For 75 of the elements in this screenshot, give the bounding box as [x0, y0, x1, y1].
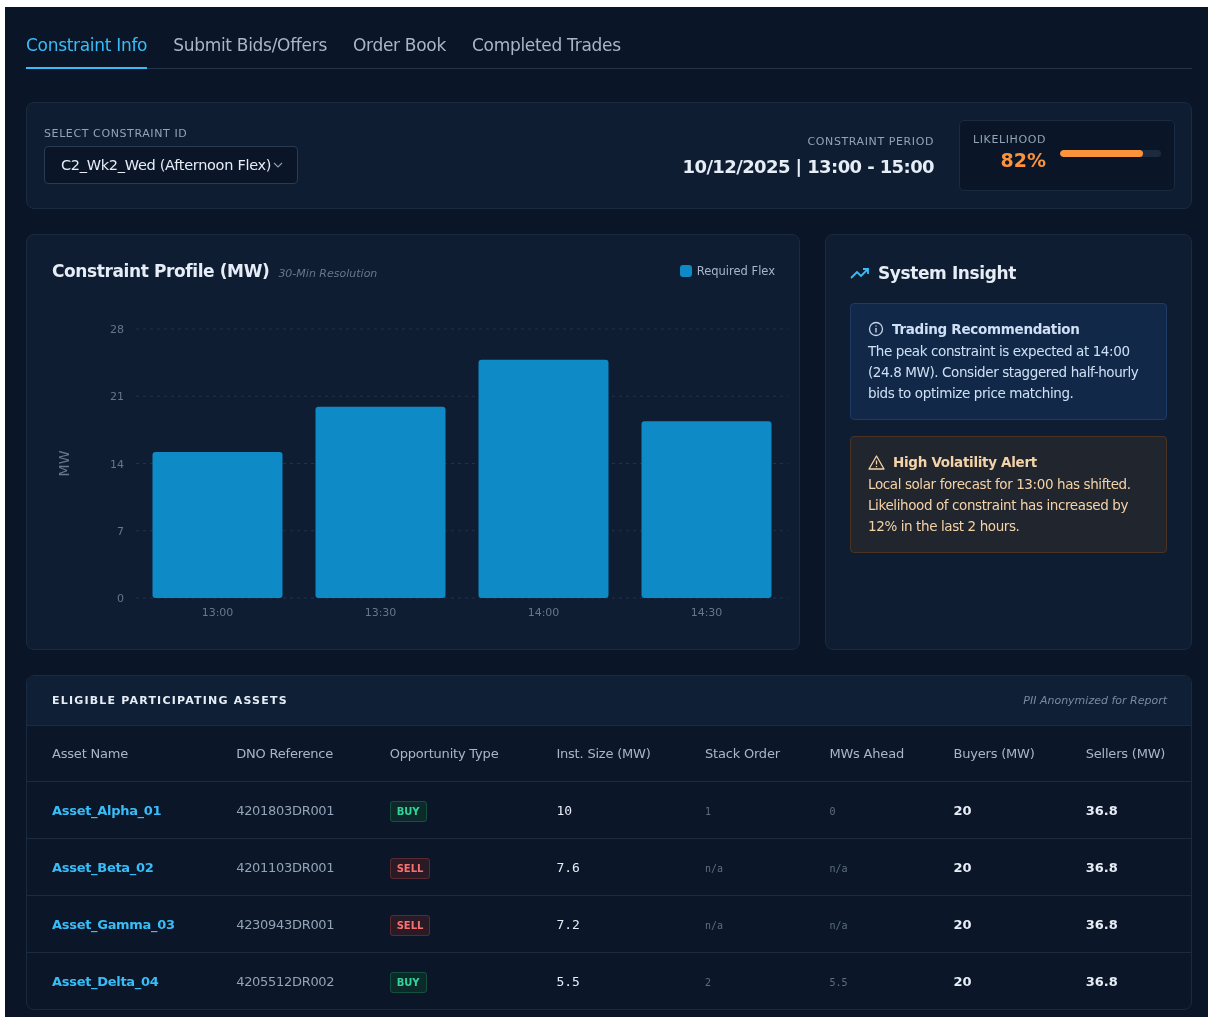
assets-title: ELIGIBLE PARTICIPATING ASSETS [52, 694, 288, 707]
chart-subtitle: 30-Min Resolution [278, 267, 378, 280]
tab[interactable]: Order Book [352, 35, 446, 69]
assets-note: PII Anonymized for Report [1023, 694, 1167, 707]
type-badge: BUY [389, 971, 427, 993]
likelihood-value: 82% [1000, 149, 1046, 171]
table-cell: 2 [704, 976, 711, 988]
table-cell: 20 [953, 973, 972, 989]
alert-title: Trading Recommendation [892, 321, 1080, 337]
table-cell: 5.5 [556, 973, 580, 989]
y-tick-label: 7 [117, 524, 124, 538]
trend-up-icon [850, 267, 870, 279]
table-cell: 36.8 [1085, 802, 1118, 818]
y-tick-label: 28 [110, 323, 124, 336]
column-header: Asset Name [27, 726, 212, 782]
table-cell: 4201803DR001 [236, 802, 335, 818]
column-header: Opportunity Type [364, 726, 532, 782]
constraint-dropdown[interactable]: C2_Wk2_Wed (Afternoon Flex) [44, 146, 299, 184]
y-tick-label: 0 [117, 592, 124, 605]
column-header: MWs Ahead [804, 726, 929, 782]
table-cell: 20 [953, 916, 972, 932]
tab[interactable]: Submit Bids/Offers [173, 35, 327, 69]
table-cell: 20 [953, 802, 972, 818]
tab[interactable]: Constraint Info [26, 35, 148, 69]
period-value: 10/12/2025 | 13:00 - 15:00 [682, 155, 934, 177]
alert-text: The peak constraint is expected at 14:00 (24.8 MW). Consider staggered half-hourly bids to optimize price matching. [868, 342, 1140, 403]
y-axis-label: MW [56, 450, 72, 477]
table-cell: n/a [704, 862, 724, 874]
alert-text: Local solar forecast for 13:00 has shifted. Likelihood of constraint has increased by 12% in the last 2 hours. [868, 475, 1132, 536]
type-badge: SELL [389, 857, 431, 879]
period-label: CONSTRAINT PERIOD [807, 134, 934, 148]
tab[interactable]: Completed Trades [472, 35, 621, 69]
type-badge: BUY [389, 800, 427, 822]
table-cell: n/a [829, 862, 848, 874]
x-tick-label: 13:30 [364, 606, 397, 617]
asset-link[interactable]: Asset_Beta_02 [52, 859, 154, 875]
x-tick-label: 13:00 [201, 606, 234, 617]
table-cell: 36.8 [1085, 859, 1118, 875]
chart-title: Constraint Profile (MW) [52, 261, 270, 281]
table-cell: 4205512DR002 [236, 973, 335, 989]
table-cell: 4230943DR001 [236, 916, 335, 932]
table-cell: n/a [704, 919, 724, 931]
table-cell: 0 [829, 805, 836, 817]
table-cell: 36.8 [1085, 973, 1118, 989]
column-header: Buyers (MW) [928, 726, 1061, 782]
table-cell: 20 [953, 859, 972, 875]
column-header: Inst. Size (MW) [531, 726, 680, 782]
table-cell: 1 [704, 805, 711, 817]
info-icon [868, 321, 884, 337]
asset-link[interactable]: Asset_Alpha_01 [52, 802, 162, 818]
asset-link[interactable]: Asset_Gamma_03 [52, 916, 175, 932]
table-cell: n/a [829, 919, 848, 931]
type-badge: SELL [389, 914, 431, 936]
asset-link[interactable]: Asset_Delta_04 [52, 973, 159, 989]
column-header: DNO Reference [211, 726, 365, 782]
column-header: Sellers (MW) [1060, 726, 1191, 782]
table-cell: 4201103DR001 [236, 859, 335, 875]
table-cell: 7.2 [556, 916, 580, 932]
insight-title: System Insight [878, 263, 1016, 283]
table-cell: 5.5 [829, 976, 848, 988]
table-cell: 10 [556, 802, 573, 818]
chevron-down-icon [273, 162, 284, 168]
x-tick-label: 14:00 [527, 606, 560, 617]
column-header: Stack Order [679, 726, 805, 782]
x-tick-label: 14:30 [690, 606, 723, 617]
y-tick-label: 14 [110, 457, 124, 471]
select-label: SELECT CONSTRAINT ID [44, 127, 189, 140]
y-tick-label: 21 [110, 390, 124, 404]
likelihood-label: LIKELIHOOD [973, 133, 1046, 146]
warning-icon [868, 454, 885, 470]
alert-title: High Volatility Alert [893, 454, 1037, 470]
table-cell: 36.8 [1085, 916, 1118, 932]
legend-swatch [679, 265, 692, 277]
legend-label: Required Flex [696, 264, 775, 278]
table-cell: 7.6 [556, 859, 580, 875]
